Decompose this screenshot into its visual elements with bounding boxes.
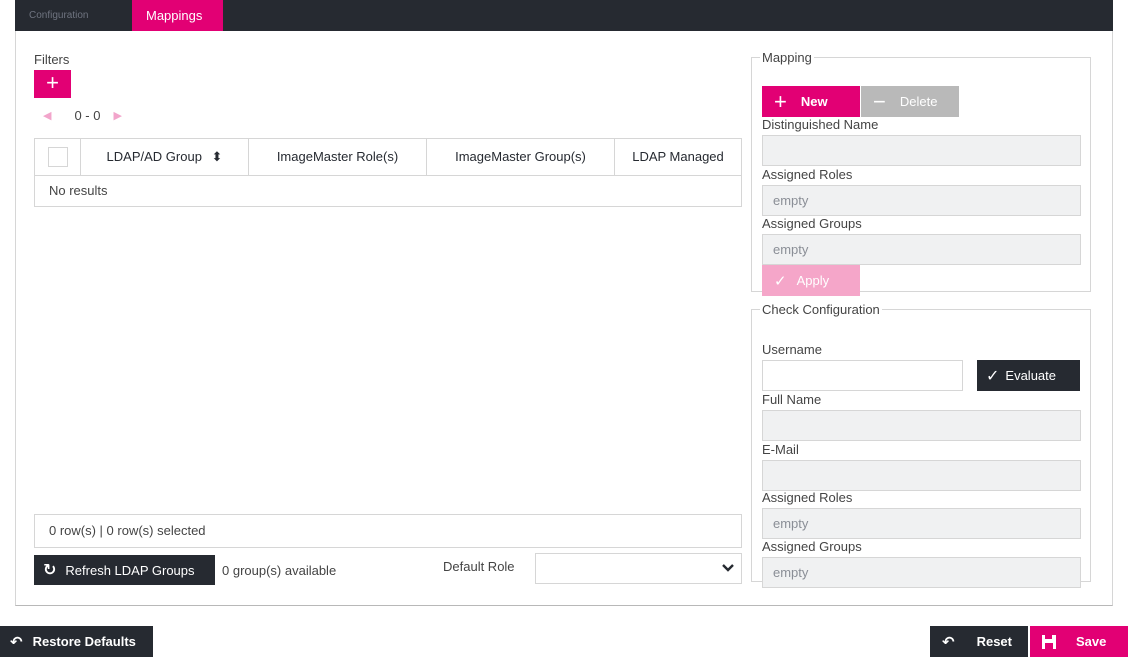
column-header-groups[interactable]: ImageMaster Group(s): [427, 139, 615, 175]
dn-label: Distinguished Name: [762, 117, 879, 132]
username-input[interactable]: [762, 360, 963, 391]
check-icon: ✓: [774, 272, 787, 290]
tab-mappings[interactable]: Mappings: [132, 0, 223, 31]
mapping-groups-field[interactable]: empty: [762, 234, 1081, 265]
column-header-ldap-group[interactable]: LDAP/AD Group ⬍: [81, 139, 249, 175]
mapping-roles-field[interactable]: empty: [762, 185, 1081, 216]
table-footer-status: 0 row(s) | 0 row(s) selected: [34, 514, 742, 548]
check-configuration-legend: Check Configuration: [762, 302, 880, 317]
undo-icon: ↶: [942, 633, 955, 651]
no-results-message: No results: [49, 183, 108, 198]
mappings-table: LDAP/AD Group ⬍ ImageMaster Role(s) Imag…: [34, 138, 742, 207]
select-all-checkbox[interactable]: [47, 147, 68, 167]
tab-bar: Configuration Mappings: [15, 0, 1113, 31]
filters-label: Filters: [34, 52, 70, 67]
column-header-roles[interactable]: ImageMaster Role(s): [249, 139, 427, 175]
mapping-groups-label: Assigned Groups: [762, 216, 862, 231]
default-role-label: Default Role: [443, 559, 515, 574]
minus-icon: −: [873, 88, 886, 114]
check-roles-field[interactable]: empty: [762, 508, 1081, 539]
new-mapping-button[interactable]: + New: [762, 86, 860, 117]
check-icon: ✓: [986, 367, 1000, 385]
prev-page-icon[interactable]: ◀: [43, 109, 51, 122]
mappings-panel: Filters + ◀ 0 - 0 ▶ LDAP/AD Group ⬍ Imag…: [15, 31, 1113, 606]
restore-defaults-button[interactable]: ↶ Restore Defaults: [0, 626, 153, 657]
check-groups-label: Assigned Groups: [762, 539, 862, 554]
sort-icon: ⬍: [211, 149, 223, 164]
default-role-select[interactable]: [535, 553, 742, 584]
dn-field[interactable]: [762, 135, 1081, 166]
column-header-ldap-managed[interactable]: LDAP Managed: [615, 139, 741, 175]
full-name-label: Full Name: [762, 392, 822, 407]
table-header: LDAP/AD Group ⬍ ImageMaster Role(s) Imag…: [35, 139, 741, 176]
pager: ◀ 0 - 0 ▶: [43, 108, 122, 123]
mapping-fieldset: Mapping + New − Delete Distinguished Nam…: [751, 50, 1091, 296]
check-roles-label: Assigned Roles: [762, 490, 853, 505]
email-field[interactable]: [762, 460, 1081, 491]
check-groups-field[interactable]: empty: [762, 557, 1081, 588]
refresh-ldap-groups-button[interactable]: ↻ Refresh LDAP Groups: [34, 555, 215, 585]
save-icon: [1042, 634, 1056, 649]
pager-range: 0 - 0: [74, 108, 101, 123]
refresh-icon: ↻: [43, 562, 57, 579]
chevron-down-icon: [722, 564, 734, 572]
reset-button[interactable]: ↶ Reset: [930, 626, 1028, 657]
evaluate-button[interactable]: ✓ Evaluate: [977, 360, 1080, 391]
undo-icon: ↶: [10, 633, 23, 651]
save-button[interactable]: Save: [1030, 626, 1128, 657]
apply-button[interactable]: ✓ Apply: [762, 265, 860, 296]
tab-configuration[interactable]: Configuration: [15, 0, 132, 31]
select-all-cell: [35, 139, 81, 175]
add-filter-button[interactable]: +: [34, 70, 71, 98]
plus-icon: +: [774, 88, 787, 114]
groups-available-text: 0 group(s) available: [222, 563, 337, 578]
mapping-roles-label: Assigned Roles: [762, 167, 853, 182]
plus-icon: +: [46, 70, 59, 95]
email-label: E-Mail: [762, 442, 799, 457]
full-name-field[interactable]: [762, 410, 1081, 441]
check-configuration-fieldset: Check Configuration Username ✓ Evaluate …: [751, 302, 1091, 588]
delete-mapping-button[interactable]: − Delete: [861, 86, 959, 117]
username-label: Username: [762, 342, 822, 357]
mapping-legend: Mapping: [762, 50, 812, 65]
next-page-icon[interactable]: ▶: [113, 109, 121, 122]
